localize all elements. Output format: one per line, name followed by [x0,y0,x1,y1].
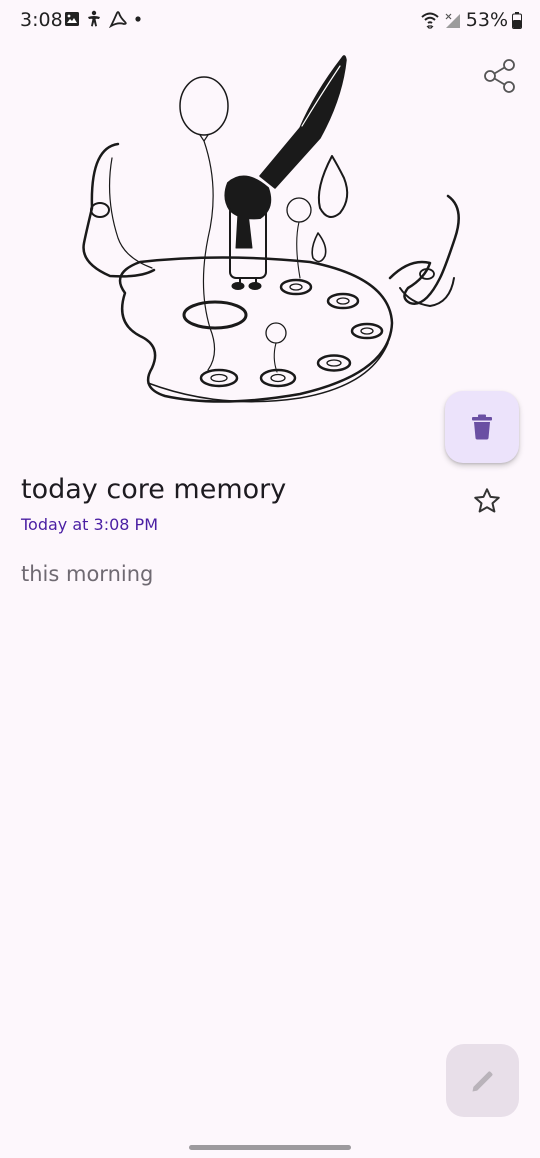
note-body[interactable]: this morning [21,562,153,586]
note-title[interactable]: today core memory [21,474,286,505]
pdf-icon [108,11,127,28]
notification-dot-icon [135,16,141,22]
favorite-button[interactable] [472,486,502,516]
share-icon [484,59,515,93]
edit-button[interactable] [446,1044,519,1117]
delete-button[interactable] [445,391,519,463]
status-icons-right: 53% [420,9,522,31]
note-illustration [70,48,470,418]
wifi-icon [421,12,439,29]
note-timestamp: Today at 3:08 PM [21,515,158,534]
status-bar: 3:08 53% [0,0,540,40]
share-button[interactable] [480,56,520,96]
gallery-icon [65,12,79,26]
home-indicator[interactable] [189,1145,351,1150]
status-time: 3:08 [20,9,63,31]
sketch-illustration [82,55,460,403]
trash-icon [472,414,492,440]
pencil-icon [472,1070,493,1091]
battery-icon [512,11,522,29]
battery-percentage: 53% [465,9,508,31]
accessibility-icon [88,10,100,27]
status-icons-left [64,10,142,28]
star-outline-icon [474,488,500,513]
signal-icon [445,13,460,28]
